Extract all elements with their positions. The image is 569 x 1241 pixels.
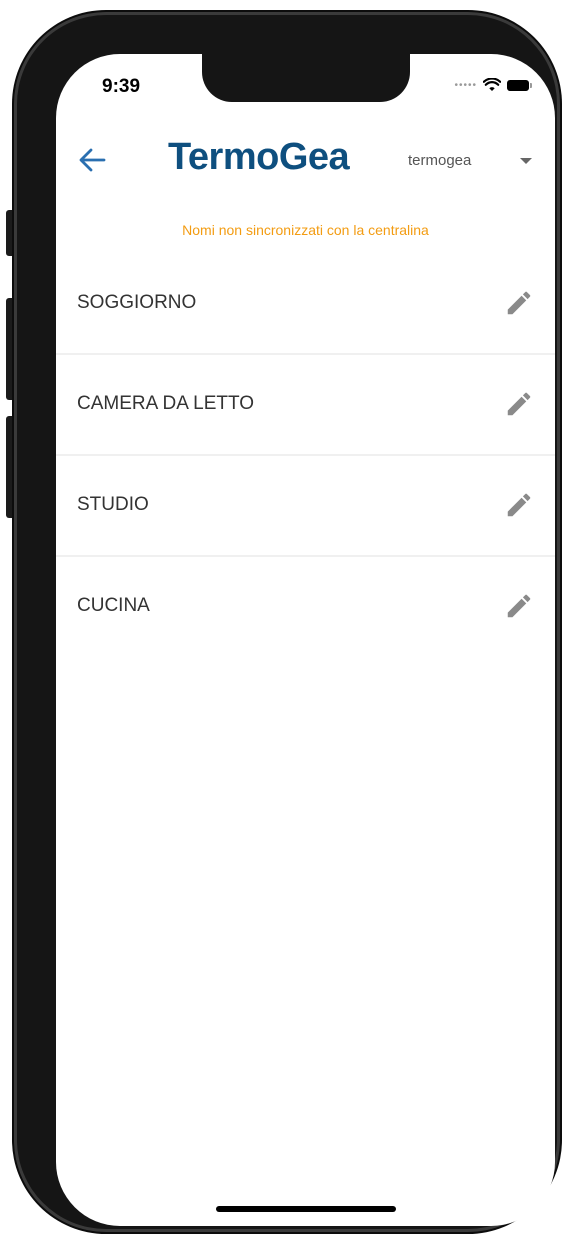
status-icons: ••••• (454, 78, 532, 92)
edit-room-button[interactable] (504, 389, 534, 419)
pencil-icon (507, 291, 531, 315)
phone-frame: 9:39 ••••• TermoGea termogea Nomi non si… (14, 12, 560, 1232)
account-dropdown-value: termogea (408, 152, 472, 169)
app-screen: 9:39 ••••• TermoGea termogea Nomi non si… (56, 54, 555, 1226)
pencil-icon (507, 594, 531, 618)
account-dropdown[interactable]: termogea (404, 150, 540, 174)
home-indicator[interactable] (216, 1206, 396, 1212)
room-name: STUDIO (77, 494, 149, 515)
room-row-studio[interactable]: STUDIO (56, 456, 555, 557)
edit-room-button[interactable] (504, 591, 534, 621)
battery-icon (507, 79, 532, 91)
pencil-icon (507, 392, 531, 416)
brand-logo: TermoGea (168, 136, 350, 178)
arrow-left-icon (79, 148, 106, 172)
device-mockup: 9:39 ••••• TermoGea termogea Nomi non si… (0, 0, 569, 1241)
pencil-icon (507, 493, 531, 517)
room-name: CUCINA (77, 595, 150, 616)
edit-room-button[interactable] (504, 288, 534, 318)
room-name: CAMERA DA LETTO (77, 393, 255, 414)
sync-warning: Nomi non sincronizzati con la centralina (182, 222, 429, 238)
app-header: TermoGea termogea (56, 134, 555, 184)
room-list: SOGGIORNO CAMERA DA LETTO STUDIO CUCINA (56, 254, 555, 656)
room-row-soggiorno[interactable]: SOGGIORNO (56, 254, 555, 355)
room-row-camera-da-letto[interactable]: CAMERA DA LETTO (56, 355, 555, 456)
room-name: SOGGIORNO (77, 292, 197, 313)
back-button[interactable] (74, 142, 110, 178)
camera-notch (202, 54, 410, 102)
status-time: 9:39 (102, 76, 141, 97)
wifi-icon (483, 78, 501, 91)
cellular-dots-icon: ••••• (454, 79, 477, 91)
caret-down-icon (520, 158, 532, 164)
room-row-cucina[interactable]: CUCINA (56, 557, 555, 656)
edit-room-button[interactable] (504, 490, 534, 520)
